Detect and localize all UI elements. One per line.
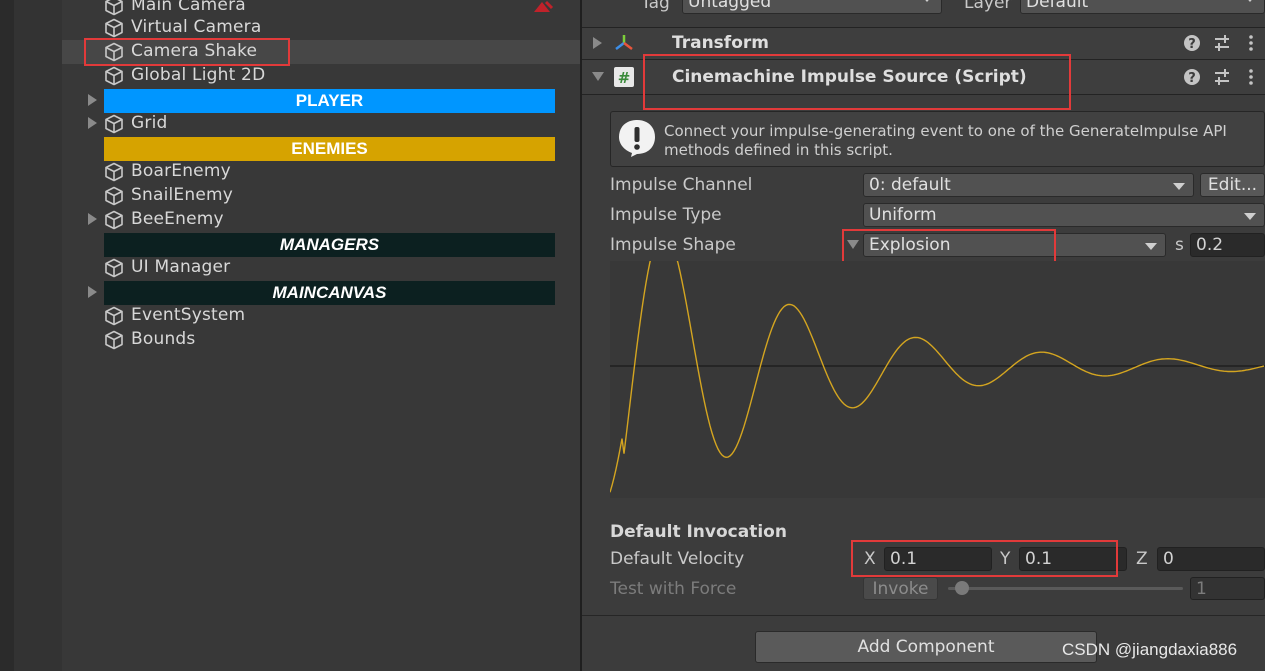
- impulse-curve-preview: [609, 255, 1265, 498]
- chevron-down-icon: [1173, 183, 1185, 190]
- foldout-arrow-icon[interactable]: [88, 117, 97, 129]
- separator-line: [582, 615, 1265, 616]
- force-slider-thumb[interactable]: [955, 581, 969, 595]
- kebab-menu-icon: [1249, 69, 1253, 85]
- force-slider-track[interactable]: [948, 587, 1183, 590]
- duration-field[interactable]: 0.2: [1190, 233, 1265, 257]
- highlight-box-camera-shake: [84, 38, 290, 66]
- hierarchy-item-bounds[interactable]: Bounds: [62, 328, 580, 352]
- component-header-icons[interactable]: ?: [1183, 68, 1253, 88]
- preset-icon: [1215, 69, 1229, 85]
- velocity-z-field[interactable]: 0: [1157, 547, 1265, 571]
- transform-icon: [615, 35, 633, 50]
- script-icon: #: [614, 67, 634, 87]
- foldout-arrow-icon[interactable]: [88, 213, 97, 225]
- invoke-button[interactable]: Invoke: [863, 577, 938, 600]
- watermark-text: CSDN @jiangdaxia886: [1062, 640, 1238, 659]
- default-invocation-title: Default Invocation: [610, 522, 787, 542]
- tag-value: Untagged: [688, 0, 772, 12]
- hierarchy-item-label: SnailEnemy: [131, 185, 234, 205]
- hierarchy-item-label: Global Light 2D: [131, 65, 266, 85]
- hierarchy-item-label: BeeEnemy: [131, 209, 224, 229]
- chevron-down-icon: [1145, 243, 1157, 250]
- preset-icon: [1215, 35, 1229, 51]
- force-value-field[interactable]: 1: [1190, 577, 1265, 600]
- svg-text:?: ?: [1188, 71, 1196, 86]
- hierarchy-header-managers[interactable]: MANAGERS: [104, 233, 555, 257]
- impulse-channel-value: 0: default: [869, 175, 951, 195]
- gameobject-cube-icon: [104, 114, 124, 134]
- gameobject-cube-icon: [104, 210, 124, 230]
- gameobject-cube-icon: [104, 186, 124, 206]
- hierarchy-indent: [14, 0, 62, 671]
- transform-title: Transform: [672, 33, 769, 53]
- layer-label: Layer: [964, 0, 1012, 13]
- impulse-type-value: Uniform: [869, 205, 937, 225]
- gameobject-cube-icon: [104, 258, 124, 278]
- gameobject-cube-icon: [104, 306, 124, 326]
- hierarchy-header-enemies[interactable]: ENEMIES: [104, 137, 555, 161]
- hierarchy-item-snail-enemy[interactable]: SnailEnemy: [62, 184, 580, 208]
- gameobject-cube-icon: [104, 18, 124, 38]
- hierarchy-item-label: Main Camera: [131, 0, 246, 15]
- hierarchy-item-virtual-camera[interactable]: Virtual Camera: [62, 16, 580, 40]
- hierarchy-item-label: Virtual Camera: [131, 17, 262, 37]
- hierarchy-item-global-light-2d[interactable]: Global Light 2D: [62, 64, 580, 88]
- impulse-type-label: Impulse Type: [610, 205, 722, 225]
- foldout-arrow-icon[interactable]: [88, 94, 97, 106]
- add-component-button[interactable]: Add Component: [755, 631, 1097, 663]
- info-exclamation-icon: [619, 120, 655, 157]
- hierarchy-header-maincanvas[interactable]: MAINCANVAS: [104, 281, 555, 305]
- hierarchy-item-label: Bounds: [131, 329, 196, 349]
- impulse-type-dropdown[interactable]: Uniform: [863, 203, 1265, 227]
- tag-dropdown[interactable]: Untagged: [682, 0, 942, 14]
- chevron-down-icon: [1244, 0, 1256, 2]
- help-text-line1: Connect your impulse-generating event to…: [664, 122, 1227, 140]
- hierarchy-item-grid[interactable]: Grid: [62, 112, 580, 136]
- test-force-label: Test with Force: [610, 579, 737, 599]
- impulse-channel-label: Impulse Channel: [610, 175, 753, 195]
- hierarchy-header-player[interactable]: PLAYER: [104, 89, 555, 113]
- kebab-menu-icon: [1249, 35, 1253, 51]
- layer-value: Default: [1026, 0, 1089, 12]
- edit-channels-button[interactable]: Edit...: [1200, 173, 1265, 197]
- hierarchy-item-label: UI Manager: [131, 257, 231, 277]
- impulse-curve-line: [609, 255, 1265, 493]
- foldout-expanded-icon[interactable]: [592, 72, 604, 81]
- chevron-down-icon: [1244, 213, 1256, 220]
- hierarchy-item-label: EventSystem: [131, 305, 246, 325]
- component-header-icons[interactable]: ?: [1183, 34, 1253, 54]
- highlight-box-impulse-shape: [842, 229, 1056, 265]
- chevron-down-icon: [921, 0, 933, 2]
- tag-label: Tag: [641, 0, 670, 13]
- duration-label: s: [1175, 235, 1184, 255]
- layer-dropdown[interactable]: Default: [1020, 0, 1265, 14]
- highlight-box-component-title: [643, 54, 1071, 110]
- gameobject-cube-icon: [104, 330, 124, 350]
- scene-visibility-icon[interactable]: [530, 0, 554, 14]
- gameobject-cube-icon: [104, 162, 124, 182]
- help-text-line2: methods defined in this script.: [664, 141, 893, 159]
- foldout-arrow-icon[interactable]: [593, 37, 602, 49]
- impulse-shape-label: Impulse Shape: [610, 235, 736, 255]
- gameobject-cube-icon: [104, 66, 124, 86]
- foldout-arrow-icon[interactable]: [88, 286, 97, 298]
- hierarchy-item-boar-enemy[interactable]: BoarEnemy: [62, 160, 580, 184]
- svg-text:#: #: [618, 69, 631, 87]
- gameobject-cube-icon: [104, 0, 124, 16]
- hierarchy-item-ui-manager[interactable]: UI Manager: [62, 256, 580, 280]
- default-velocity-label: Default Velocity: [610, 549, 745, 569]
- velocity-z-label: Z: [1136, 549, 1148, 569]
- hierarchy-item-label: Grid: [131, 113, 168, 133]
- svg-text:?: ?: [1188, 37, 1196, 52]
- impulse-curve-graph: [609, 255, 1265, 493]
- hierarchy-item-label: BoarEnemy: [131, 161, 231, 181]
- hierarchy-item-bee-enemy[interactable]: BeeEnemy: [62, 208, 580, 232]
- hierarchy-item-event-system[interactable]: EventSystem: [62, 304, 580, 328]
- hierarchy-gutter: [0, 0, 14, 671]
- highlight-box-velocity: [851, 540, 1118, 577]
- impulse-channel-dropdown[interactable]: 0: default: [863, 173, 1194, 197]
